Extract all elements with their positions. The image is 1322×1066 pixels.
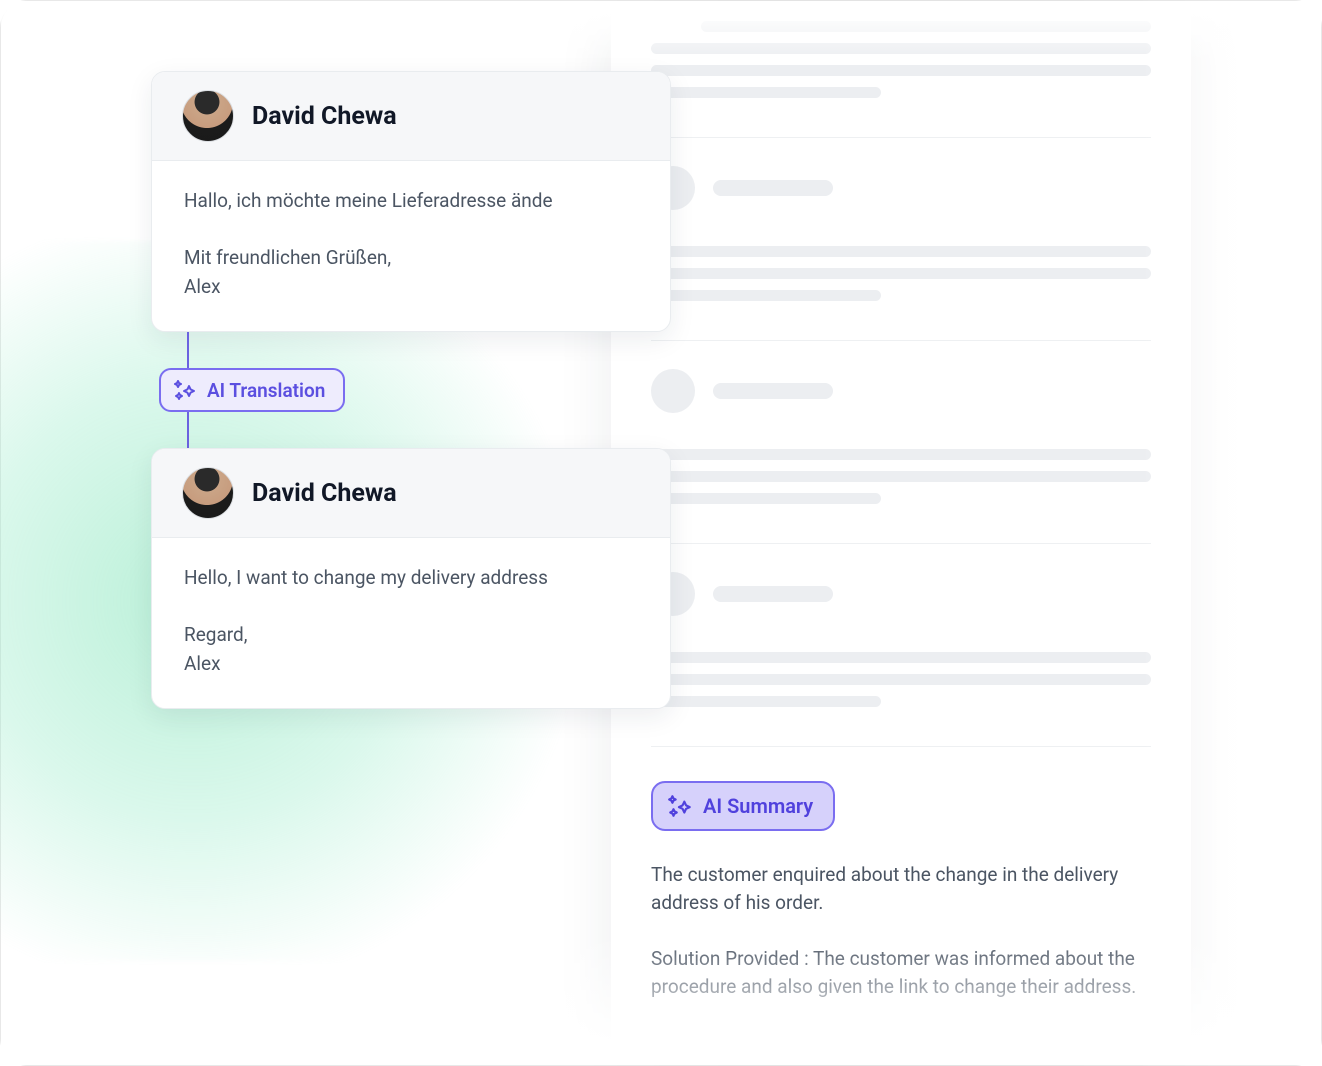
- skeleton-block: [651, 544, 1151, 747]
- skeleton-line: [651, 87, 881, 98]
- skeleton-name: [713, 586, 833, 602]
- skeleton-block: [651, 9, 1151, 138]
- skeleton-line: [651, 449, 1151, 460]
- sparkle-icon: [173, 378, 197, 402]
- translation-stack: David Chewa Hallo, ich möchte meine Lief…: [151, 71, 671, 709]
- skeleton-block: [651, 138, 1151, 341]
- skeleton-line: [651, 268, 1151, 279]
- skeleton-line: [651, 246, 1151, 257]
- skeleton-line: [651, 652, 1151, 663]
- connector-line: [187, 332, 189, 368]
- skeleton-line: [651, 471, 1151, 482]
- skeleton-line: [651, 65, 1151, 76]
- connector-line: [187, 412, 189, 448]
- message-header: David Chewa: [152, 449, 670, 538]
- sender-name: David Chewa: [252, 479, 397, 508]
- ai-translation-chip[interactable]: AI Translation: [159, 368, 345, 412]
- skeleton-line: [651, 43, 1151, 54]
- ai-summary-text: The customer enquired about the change i…: [651, 861, 1151, 1002]
- skeleton-block: [651, 341, 1151, 544]
- skeleton-name: [713, 383, 833, 399]
- avatar: [182, 90, 234, 142]
- avatar: [182, 467, 234, 519]
- sparkle-icon: [667, 793, 693, 819]
- skeleton-line: [651, 493, 881, 504]
- skeleton-line: [701, 21, 1151, 32]
- translated-message-card: David Chewa Hello, I want to change my d…: [151, 448, 671, 709]
- thread-panel: AI Summary The customer enquired about t…: [611, 1, 1191, 1065]
- message-body-original: Hallo, ich möchte meine Lieferadresse än…: [152, 161, 670, 331]
- ai-summary-label: AI Summary: [703, 794, 813, 818]
- ai-summary-chip[interactable]: AI Summary: [651, 781, 835, 831]
- ai-summary-section: AI Summary The customer enquired about t…: [651, 747, 1151, 1002]
- ai-translation-label: AI Translation: [207, 379, 325, 402]
- skeleton-line: [651, 674, 1151, 685]
- skeleton-name: [713, 180, 833, 196]
- skeleton-line: [651, 290, 881, 301]
- message-body-translated: Hello, I want to change my delivery addr…: [152, 538, 670, 708]
- skeleton-line: [651, 696, 881, 707]
- original-message-card: David Chewa Hallo, ich möchte meine Lief…: [151, 71, 671, 332]
- message-header: David Chewa: [152, 72, 670, 161]
- sender-name: David Chewa: [252, 102, 397, 131]
